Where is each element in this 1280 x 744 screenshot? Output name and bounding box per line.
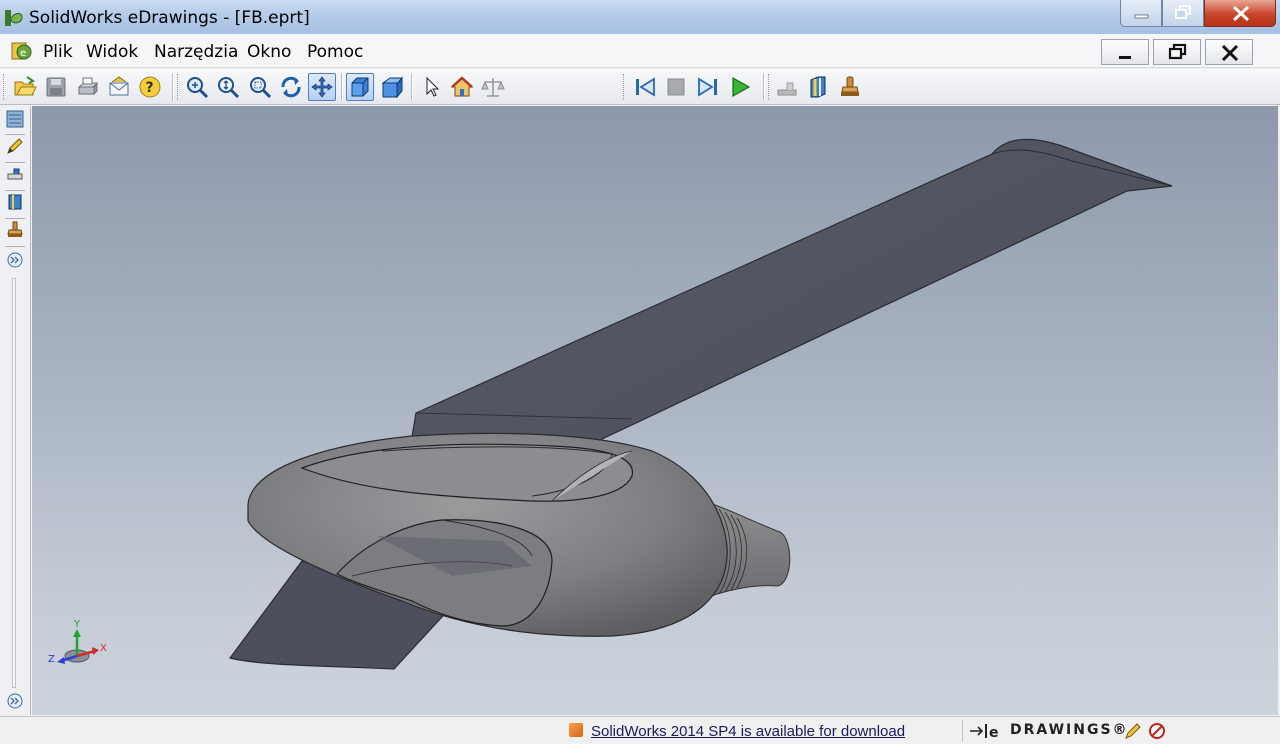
zoom-to-area-icon[interactable]	[246, 73, 274, 101]
stamp-icon[interactable]	[4, 219, 26, 241]
close-button[interactable]	[1204, 0, 1276, 27]
svg-text:e: e	[20, 48, 26, 59]
help-icon[interactable]: ?	[136, 73, 164, 101]
triad-y-label: Y	[73, 619, 81, 630]
menu-pomoc[interactable]: Pomoc	[307, 42, 363, 62]
menu-widok[interactable]: Widok	[86, 42, 138, 62]
select-icon[interactable]	[417, 73, 445, 101]
toolbar-grip[interactable]	[177, 74, 180, 100]
shaded-icon[interactable]	[346, 73, 374, 101]
measure-icon[interactable]	[4, 163, 26, 185]
menu-bar: e Plik Widok Narzędzia Okno Pomoc	[0, 34, 1280, 68]
toolbar-separator	[172, 73, 174, 101]
doc-restore-button[interactable]	[1153, 39, 1201, 65]
coordinate-triad: Y X Z	[48, 619, 107, 665]
toolbar-grip[interactable]	[768, 74, 771, 100]
expand-panel-icon[interactable]	[4, 249, 26, 271]
expand-bottom-icon[interactable]	[4, 690, 26, 712]
stop-icon[interactable]	[662, 73, 690, 101]
perspective-icon[interactable]	[378, 73, 406, 101]
toolbar-grip[interactable]	[623, 74, 626, 100]
model-view[interactable]: Y X Z	[32, 106, 1278, 715]
print-icon[interactable]	[74, 73, 102, 101]
edrawings-logo-icon: e	[970, 724, 999, 741]
measure-icon[interactable]	[773, 73, 801, 101]
main-toolbar: ?	[0, 69, 1280, 105]
toolbar-separator	[411, 73, 413, 101]
update-link[interactable]: SolidWorks 2014 SP4 is available for dow…	[591, 723, 905, 740]
markup-pencil-icon[interactable]	[1124, 722, 1142, 740]
document-icon[interactable]: e	[10, 40, 34, 62]
zoom-to-fit-icon[interactable]	[183, 73, 211, 101]
toolbar-separator	[341, 73, 343, 101]
no-markup-icon[interactable]	[1148, 722, 1166, 740]
open-icon[interactable]	[11, 73, 39, 101]
go-to-end-icon[interactable]	[694, 73, 722, 101]
mass-properties-icon[interactable]	[479, 73, 507, 101]
triad-z-label: Z	[48, 654, 55, 665]
toolbar-grip[interactable]	[3, 74, 6, 100]
title-bar: SolidWorks eDrawings - [FB.eprt]	[0, 0, 1280, 34]
markup-icon[interactable]	[4, 135, 26, 157]
toolbar-separator	[763, 73, 765, 101]
section-icon[interactable]	[4, 191, 26, 213]
section-icon[interactable]	[804, 73, 832, 101]
rotate-icon[interactable]	[277, 73, 305, 101]
svg-text:?: ?	[146, 80, 154, 96]
svg-text:e: e	[989, 725, 999, 741]
model-tree-icon[interactable]	[4, 108, 26, 130]
left-tool-panel	[0, 106, 31, 715]
panel-splitter[interactable]	[12, 278, 16, 688]
home-icon[interactable]	[448, 73, 476, 101]
menu-narzedzia[interactable]: Narzędzia	[154, 42, 238, 62]
zoom-in-out-icon[interactable]	[214, 73, 242, 101]
play-icon[interactable]	[726, 73, 754, 101]
go-to-start-icon[interactable]	[631, 73, 659, 101]
doc-close-button[interactable]	[1205, 39, 1253, 65]
status-divider	[962, 720, 963, 742]
pan-icon[interactable]	[308, 73, 336, 101]
menu-plik[interactable]: Plik	[43, 42, 73, 62]
doc-minimize-button[interactable]	[1101, 39, 1149, 65]
email-icon[interactable]	[105, 73, 133, 101]
edrawings-brand: DRAWINGS®	[1010, 722, 1129, 738]
edrawings-window: SolidWorks eDrawings - [FB.eprt] e Plik …	[0, 0, 1280, 744]
save-icon[interactable]	[42, 73, 70, 101]
status-bar: SolidWorks 2014 SP4 is available for dow…	[0, 716, 1280, 744]
minimize-button[interactable]	[1120, 0, 1162, 27]
triad-x-label: X	[100, 643, 107, 654]
panel-separator	[5, 246, 25, 247]
rss-icon	[569, 723, 583, 737]
edrawings-app-icon[interactable]	[4, 8, 24, 28]
graphics-viewport[interactable]: Y X Z	[32, 106, 1278, 715]
window-title: SolidWorks eDrawings - [FB.eprt]	[29, 8, 310, 28]
restore-button[interactable]	[1162, 0, 1204, 27]
menu-okno[interactable]: Okno	[247, 42, 291, 62]
stamp-icon[interactable]	[836, 73, 864, 101]
